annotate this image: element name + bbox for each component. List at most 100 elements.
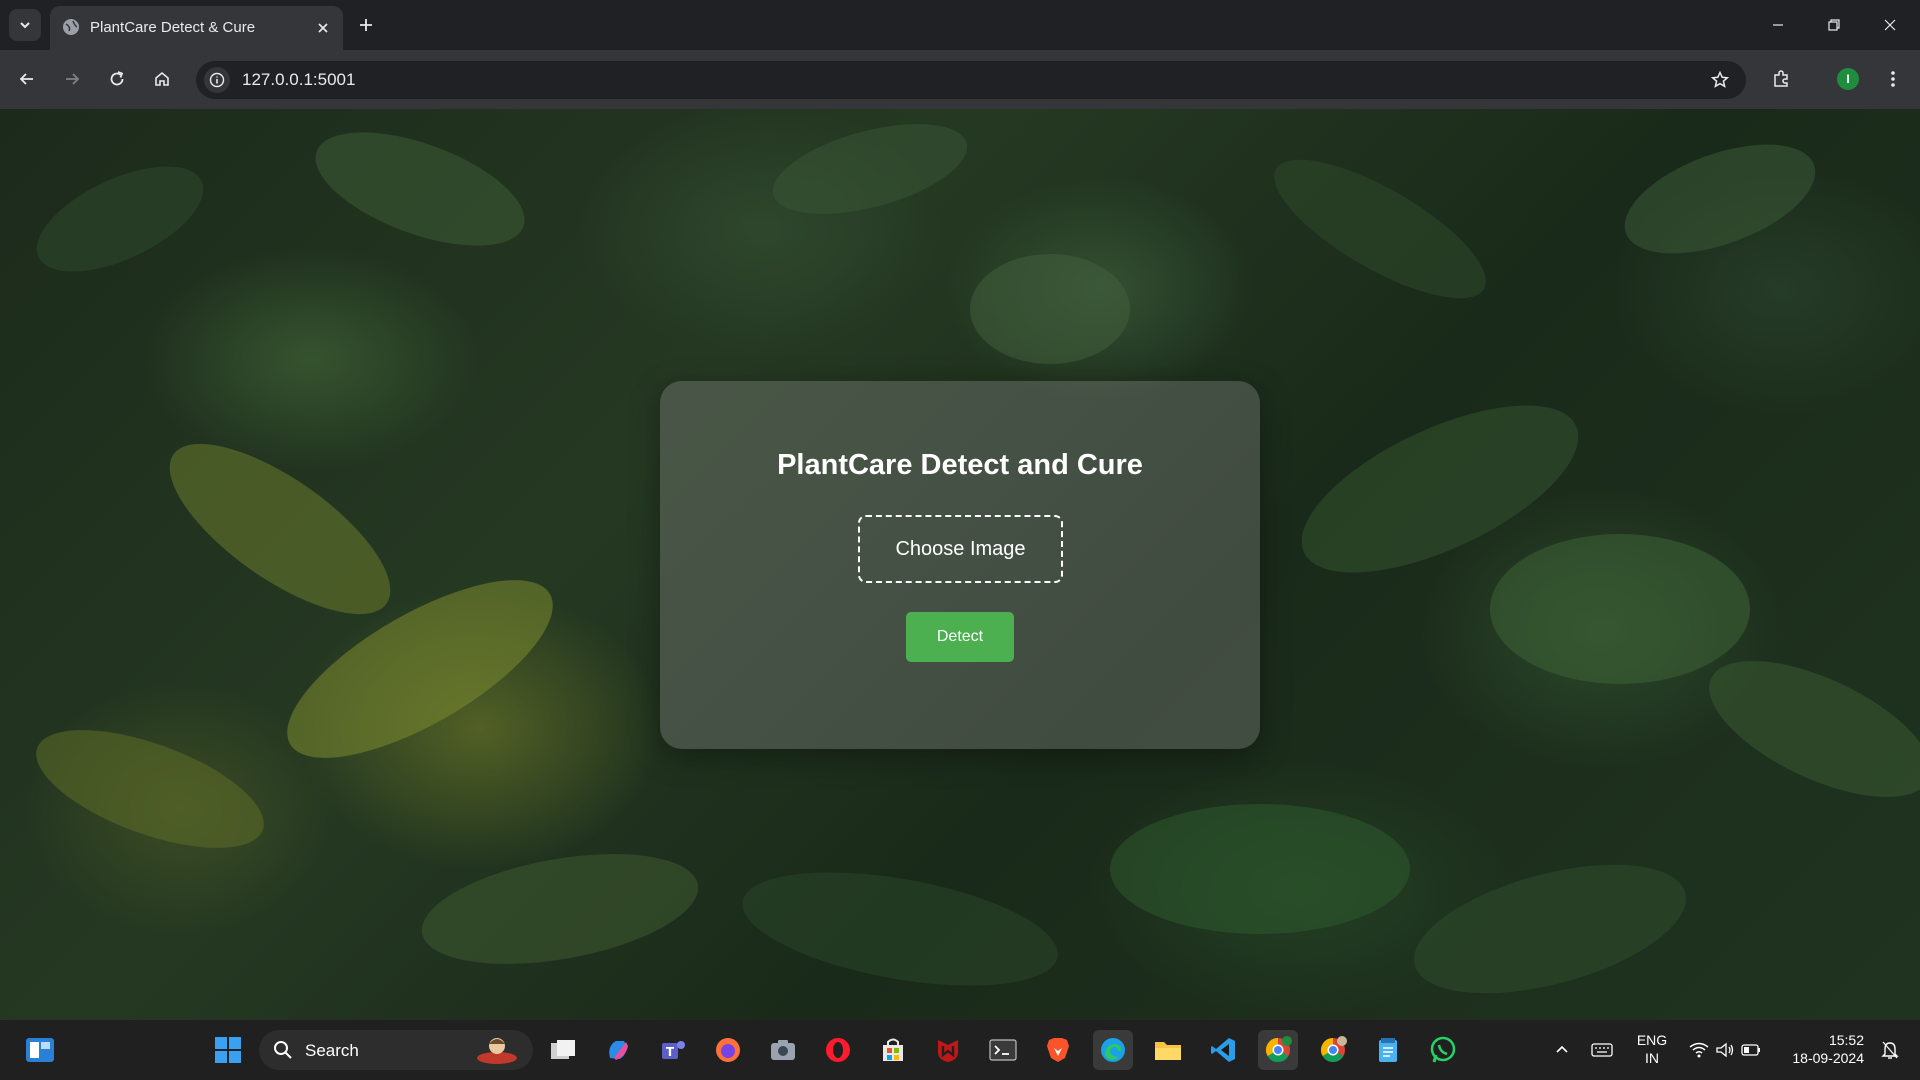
site-info-button[interactable] [204,67,230,93]
profile-button[interactable]: I [1832,63,1864,95]
svg-text:T: T [666,1045,675,1059]
teams-app[interactable]: T [653,1030,693,1070]
close-icon [1884,19,1896,31]
arrow-right-icon [66,73,80,85]
tab-close-button[interactable] [312,17,334,39]
whatsapp-app[interactable] [1423,1030,1463,1070]
page-viewport: PlantCare Detect and Cure Choose Image D… [0,109,1920,1020]
reload-icon [110,71,124,86]
close-window-button[interactable] [1862,0,1918,50]
windows-logo-icon [215,1037,241,1063]
new-tab-button[interactable] [352,9,380,41]
notepad-icon [1379,1038,1397,1062]
bell-icon [1881,1041,1899,1059]
info-icon [209,72,225,88]
chrome-app[interactable] [1258,1030,1298,1070]
puzzle-icon [1774,70,1788,87]
chrome-icon [1265,1036,1292,1063]
quick-settings-button[interactable] [1686,1030,1764,1070]
start-button[interactable] [208,1030,248,1070]
menu-button[interactable] [1877,63,1909,95]
minimize-icon [1773,24,1783,26]
task-view-icon [551,1040,575,1059]
whatsapp-icon [1430,1036,1456,1063]
mcafee-app[interactable] [928,1030,968,1070]
wifi-icon [1689,1042,1709,1058]
restore-button[interactable] [1806,0,1862,50]
search-highlight-icon [477,1038,517,1064]
taskbar: Search T ENG IN 15:52 18-09-2024 [0,1020,1920,1080]
copilot-app[interactable] [598,1030,638,1070]
home-button[interactable] [145,62,179,96]
chevron-down-icon [20,22,30,29]
star-icon [1710,70,1730,88]
opera-icon [826,1038,850,1062]
tab-title: PlantCare Detect & Cure [90,19,256,36]
terminal-app[interactable] [983,1030,1023,1070]
chrome-icon [1320,1036,1347,1063]
firefox-icon [716,1038,740,1062]
plus-icon [360,19,372,31]
camera-app[interactable] [763,1030,803,1070]
firefox-app[interactable] [708,1030,748,1070]
bookmark-button[interactable] [1708,68,1732,92]
widgets-icon [26,1038,54,1062]
vscode-app[interactable] [1203,1030,1243,1070]
back-button[interactable] [10,62,44,96]
keyboard-icon [1591,1043,1613,1057]
volume-icon [1716,1042,1734,1058]
minimize-button[interactable] [1750,0,1806,50]
battery-icon [1741,1044,1760,1056]
avatar: I [1837,68,1859,90]
notifications-button[interactable] [1870,1030,1910,1070]
file-explorer-app[interactable] [1148,1030,1188,1070]
extensions-button[interactable] [1765,63,1797,95]
browser-toolbar: 127.0.0.1:5001 I [0,50,1920,109]
chevron-up-icon [1556,1045,1568,1053]
taskbar-search[interactable]: Search [259,1030,533,1070]
forward-button[interactable] [55,62,89,96]
edge-icon [1101,1038,1125,1062]
keyboard-button[interactable] [1582,1030,1622,1070]
clock[interactable]: 15:52 18-09-2024 [1778,1031,1864,1067]
opera-app[interactable] [818,1030,858,1070]
notepad-app[interactable] [1368,1030,1408,1070]
widgets-button[interactable] [20,1030,60,1070]
close-icon [318,23,328,33]
store-icon [883,1038,903,1061]
arrow-left-icon [19,73,33,85]
folder-icon [1155,1042,1181,1060]
vscode-icon [1211,1038,1235,1062]
copilot-icon [609,1041,628,1060]
region-code: IN [1645,1050,1659,1066]
brave-app[interactable] [1038,1030,1078,1070]
chrome-profile-app[interactable] [1313,1030,1353,1070]
reload-button[interactable] [100,62,134,96]
task-view-button[interactable] [543,1030,583,1070]
input-language-indicator[interactable]: ENG IN [1628,1031,1676,1067]
tab-strip: PlantCare Detect & Cure [0,0,1920,50]
show-hidden-icons-button[interactable] [1542,1030,1582,1070]
address-bar[interactable]: 127.0.0.1:5001 [196,61,1746,99]
more-vertical-icon [1891,71,1895,87]
microsoft-store-app[interactable] [873,1030,913,1070]
tab-search-button[interactable] [9,9,41,41]
terminal-icon [989,1039,1017,1061]
globe-icon [63,19,79,35]
restore-icon [1828,19,1840,31]
search-icon [274,1041,292,1059]
language-code: ENG [1636,1032,1668,1048]
mcafee-shield-icon [938,1040,958,1062]
camera-icon [771,1040,795,1060]
edge-app[interactable] [1093,1030,1133,1070]
home-icon [155,71,169,86]
url-text[interactable]: 127.0.0.1:5001 [242,70,355,90]
browser-tab[interactable]: PlantCare Detect & Cure [50,6,343,50]
clock-date: 18-09-2024 [1792,1050,1864,1066]
choose-image-button[interactable]: Choose Image [858,515,1063,583]
search-label: Search [305,1041,359,1060]
detect-button[interactable]: Detect [906,612,1014,662]
upload-card: PlantCare Detect and Cure Choose Image D… [660,381,1260,749]
page-title: PlantCare Detect and Cure [777,449,1143,481]
clock-time: 15:52 [1828,1032,1864,1048]
